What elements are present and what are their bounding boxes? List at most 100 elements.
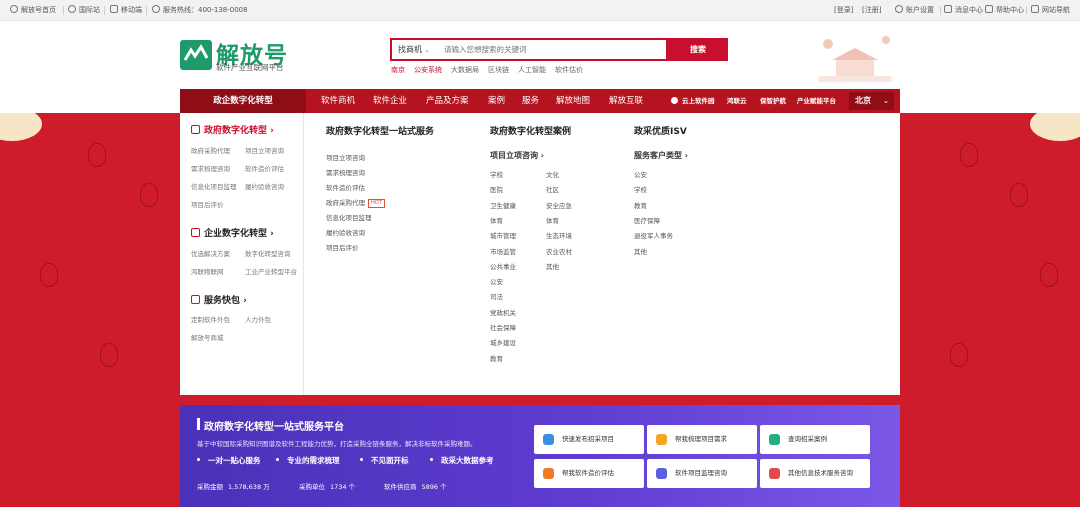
case-link[interactable]: 学校 [490, 169, 503, 179]
login-link[interactable]: [登录] [834, 0, 853, 21]
case-link[interactable]: 体育 [490, 215, 503, 225]
case-link[interactable]: 卫生健康 [490, 200, 516, 210]
case-link[interactable]: 社会保障 [490, 322, 516, 332]
nav-special[interactable]: 保智护航 [760, 89, 786, 113]
sidebar-link[interactable]: 人力外包 [245, 314, 271, 324]
sidebar-link[interactable]: 项目立项咨询 [245, 145, 284, 155]
sidebar-link[interactable]: 项目后评价 [191, 199, 224, 209]
search-category-select[interactable]: 找商机 ⌄ [398, 40, 430, 59]
case-link[interactable]: 体育 [546, 215, 559, 225]
sidebar-link[interactable]: 解放号商城 [191, 332, 224, 342]
isv-link[interactable]: 教育 [634, 200, 647, 210]
nav-item[interactable]: 解放互联 [609, 89, 643, 113]
international-link[interactable]: 国际站 [68, 0, 100, 21]
home-link[interactable]: 解放号首页 [10, 0, 56, 21]
service-link[interactable]: 软件造价评估 [326, 182, 365, 192]
case-link[interactable]: 医院 [490, 184, 503, 194]
case-link[interactable]: 文化 [546, 169, 559, 179]
service-link[interactable]: 履约验收咨询 [326, 227, 365, 237]
case-link[interactable]: 党政机关 [490, 307, 516, 317]
sidebar-link[interactable]: 数字化转型咨询 [245, 248, 291, 258]
nav-item[interactable]: 软件企业 [373, 89, 407, 113]
site-nav-link[interactable]: 网站导航 [1031, 0, 1070, 21]
nav-item[interactable]: 产品及方案 [426, 89, 469, 113]
logo-slogan: 软件产业互联网平台 [216, 63, 284, 72]
promo-card-label: 其他信息技术服务咨询 [788, 469, 853, 477]
case-link[interactable]: 教育 [490, 353, 503, 363]
account-settings-link[interactable]: 账户设置 [895, 0, 934, 21]
nav-item[interactable]: 软件商机 [321, 89, 355, 113]
service-link[interactable]: 需求梳理咨询 [326, 167, 365, 177]
mobile-link[interactable]: 移动端 [110, 0, 142, 21]
sidebar-link[interactable]: 信息化项目监理 [191, 181, 237, 191]
promo-card[interactable]: 其他信息技术服务咨询 [760, 459, 870, 488]
sidebar-link[interactable]: 政府采购代理 [191, 145, 230, 155]
search-input[interactable] [444, 42, 664, 57]
service-link[interactable]: 信息化项目监理 [326, 212, 372, 222]
city-select[interactable]: 北京 ⌄ [849, 92, 894, 110]
hotword-link[interactable]: 区块链 [488, 66, 509, 74]
case-link[interactable]: 司法 [490, 291, 503, 301]
promo-card[interactable]: 帮我梳理项目需求 [647, 425, 757, 454]
search-button[interactable]: 搜索 [668, 38, 728, 61]
case-link[interactable]: 市场监管 [490, 246, 516, 256]
nav-special[interactable]: 产业赋能平台 [797, 89, 836, 113]
case-link[interactable]: 生态环境 [546, 230, 572, 240]
case-subtitle[interactable]: 项目立项咨询 › [490, 150, 544, 161]
promo-card[interactable]: 帮我软件造价评估 [534, 459, 644, 488]
search-icon [769, 434, 780, 445]
case-link[interactable]: 其他 [546, 261, 559, 271]
isv-link[interactable]: 学校 [634, 184, 647, 194]
case-link[interactable]: 城乡建设 [490, 337, 516, 347]
nav-item[interactable]: 服务 [522, 89, 539, 113]
stat-purchasers: 采购单位 1734 个 [299, 483, 356, 491]
nav-item[interactable]: 解放地图 [556, 89, 590, 113]
hotline-icon [152, 5, 160, 13]
register-link[interactable]: [注册] [862, 0, 881, 21]
hotword-link[interactable]: 南京 [391, 66, 405, 74]
service-link[interactable]: 项目立项咨询 [326, 152, 365, 162]
case-link[interactable]: 公共事业 [490, 261, 516, 271]
category-service-pack[interactable]: 服务快包 › [191, 293, 247, 306]
isv-link[interactable]: 医疗保障 [634, 215, 660, 225]
case-link[interactable]: 农业农村 [546, 246, 572, 256]
service-link[interactable]: 项目后评价 [326, 242, 359, 252]
promo-card[interactable]: 查询招采案例 [760, 425, 870, 454]
nav-special-cloud-park[interactable]: 云上软件园 [671, 89, 715, 113]
sidebar-link[interactable]: 鸿联物联网 [191, 266, 224, 276]
promo-banner: 政府数字化转型一站式服务平台 基于中软国际采购知识图谱及软件工程能力优势，打造采… [180, 405, 900, 507]
case-link[interactable]: 城市管理 [490, 230, 516, 240]
hot-badge: HOT [368, 199, 385, 208]
isv-link[interactable]: 其他 [634, 246, 647, 256]
sidebar-link[interactable]: 定制软件外包 [191, 314, 230, 324]
isv-link[interactable]: 退役军人事务 [634, 230, 673, 240]
nav-item[interactable]: 案例 [488, 89, 505, 113]
message-center-link[interactable]: 消息中心 [944, 0, 983, 21]
hotword-link[interactable]: 大数据局 [451, 66, 479, 74]
briefcase-icon [191, 295, 200, 304]
logo-mark-icon[interactable] [180, 40, 212, 70]
sidebar-link[interactable]: 工业产业转型平台 [245, 266, 297, 276]
hotword-link[interactable]: 软件估价 [555, 66, 583, 74]
case-link[interactable]: 社区 [546, 184, 559, 194]
sidebar-link[interactable]: 软件造价评估 [245, 163, 284, 173]
category-gov-digital[interactable]: 政府数字化转型 › [191, 123, 274, 136]
government-building-icon [191, 125, 200, 134]
sidebar-link[interactable]: 履约验收咨询 [245, 181, 284, 191]
isv-subtitle[interactable]: 服务客户类型 › [634, 150, 688, 161]
case-link[interactable]: 公安 [490, 276, 503, 286]
promo-card[interactable]: 快速发布招采项目 [534, 425, 644, 454]
isv-link[interactable]: 公安 [634, 169, 647, 179]
case-link[interactable]: 安全应急 [546, 200, 572, 210]
hotword-link[interactable]: 公安系统 [414, 66, 442, 74]
service-link[interactable]: 政府采购代理 HOT [326, 197, 385, 208]
promo-card[interactable]: 软件项目监理咨询 [647, 459, 757, 488]
category-ent-digital[interactable]: 企业数字化转型 › [191, 226, 274, 239]
help-center-link[interactable]: 帮助中心 [985, 0, 1024, 21]
nav-item-gov-ent-digital[interactable]: 政企数字化转型 [180, 89, 306, 113]
sidebar-link[interactable]: 需求梳理咨询 [191, 163, 230, 173]
help-icon [985, 5, 993, 13]
sidebar-link[interactable]: 优选解决方案 [191, 248, 230, 258]
hotword-link[interactable]: 人工智能 [518, 66, 546, 74]
nav-special[interactable]: 鸿联云 [727, 89, 747, 113]
